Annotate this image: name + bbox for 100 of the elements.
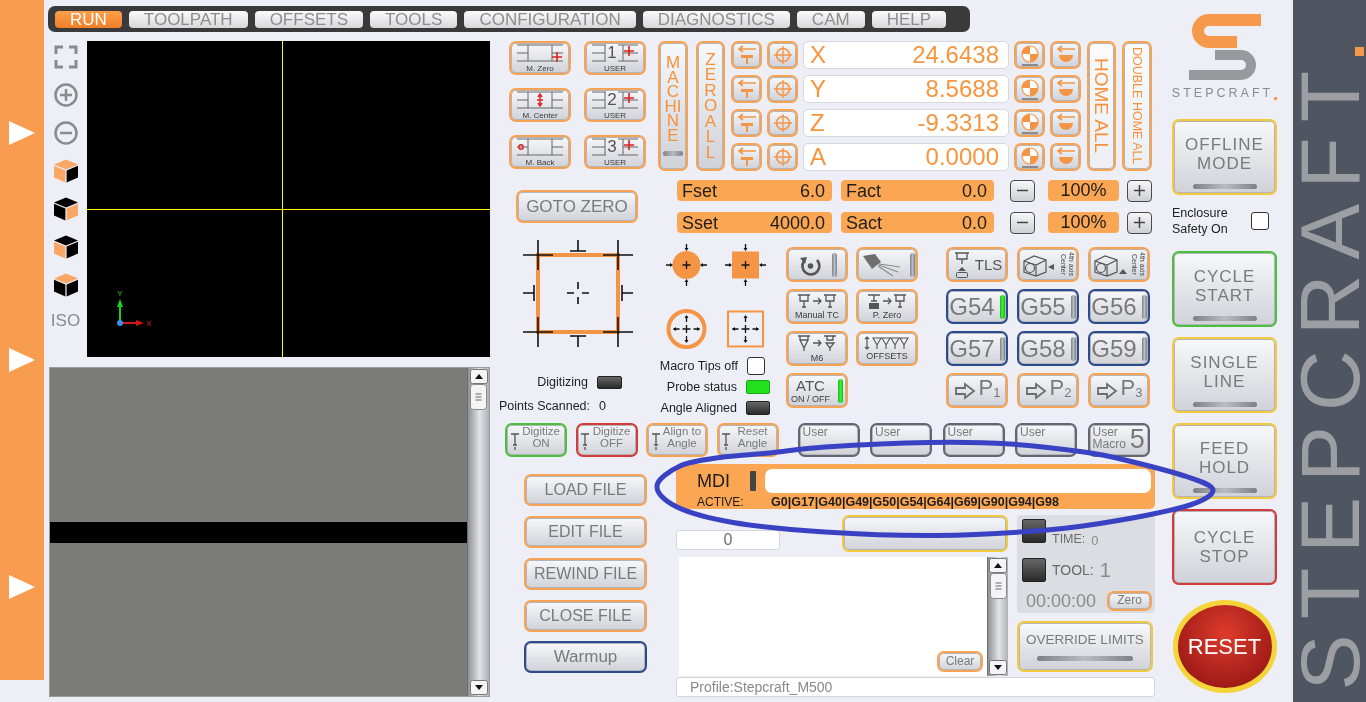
reference-button[interactable]: 2 USER	[584, 88, 646, 122]
reference-button[interactable]: 3 USER	[584, 135, 646, 169]
position-button[interactable]: P$_{2}$	[1017, 373, 1079, 408]
tool-length-sensor-button[interactable]: TLS	[946, 247, 1008, 282]
cube-icon[interactable]	[52, 159, 79, 183]
scroll-up-icon[interactable]	[989, 558, 1007, 573]
position-field[interactable]: A 0.0000	[803, 143, 1009, 171]
home-axis-button[interactable]	[1050, 143, 1081, 171]
probe-zero-button[interactable]: P. Zero	[856, 289, 918, 324]
manual-tool-change-button[interactable]: Manual TC	[786, 289, 848, 324]
cycle-control-button[interactable]: FEED HOLD	[1172, 423, 1277, 499]
tab[interactable]: CAM	[796, 10, 865, 28]
tab[interactable]: RUN	[55, 10, 122, 28]
position-button[interactable]: P$_{1}$	[946, 373, 1008, 408]
tab[interactable]: HELP	[871, 10, 947, 28]
machine-button[interactable]: MACHINE	[658, 41, 688, 171]
file-button[interactable]: LOAD FILE	[524, 474, 647, 506]
target-button[interactable]	[1014, 41, 1045, 69]
increase-button[interactable]	[1127, 211, 1152, 234]
target-button[interactable]	[1014, 143, 1045, 171]
cycle-control-button[interactable]: SINGLE LINE	[1172, 337, 1277, 413]
fit-view-icon[interactable]	[53, 45, 78, 69]
work-offset-button[interactable]: G59	[1088, 331, 1150, 366]
cycle-control-button[interactable]: CYCLE STOP	[1172, 509, 1277, 585]
cube-icon[interactable]	[52, 197, 79, 221]
offline-mode-button[interactable]: OFFLINE MODE	[1172, 119, 1277, 195]
work-offset-button[interactable]: G54	[946, 289, 1008, 324]
work-offset-button[interactable]: G58	[1017, 331, 1079, 366]
position-field[interactable]: X 24.6438	[803, 41, 1009, 69]
toolpath-viewer[interactable]: Y X	[87, 41, 490, 357]
decrease-button[interactable]	[1010, 211, 1035, 234]
reset-button[interactable]: RESET	[1172, 600, 1277, 693]
tab[interactable]: OFFSETS	[254, 10, 364, 28]
work-offset-button[interactable]: G56	[1088, 289, 1150, 324]
zero-all-button[interactable]: ZERO ALL	[696, 41, 725, 171]
position-field[interactable]: Z -9.3313	[803, 109, 1009, 137]
zero-axis-button[interactable]	[731, 41, 762, 69]
zero-axis-button[interactable]	[731, 109, 762, 137]
tool-change-button[interactable]: M6	[786, 331, 848, 366]
checkbox[interactable]	[1251, 212, 1269, 230]
rotate-button[interactable]	[786, 247, 848, 282]
position-field[interactable]: Y 8.5688	[803, 75, 1009, 103]
target-button[interactable]	[1014, 75, 1045, 103]
position-button[interactable]: P$_{3}$	[1088, 373, 1150, 408]
scroll-down-icon[interactable]	[469, 680, 488, 695]
crosshair-button[interactable]	[767, 41, 798, 69]
square-probe-drawing[interactable]	[520, 237, 636, 350]
triangle-arrow-icon[interactable]	[9, 348, 35, 372]
file-button[interactable]: CLOSE FILE	[524, 600, 647, 632]
reference-button[interactable]: M. Zero	[509, 41, 571, 75]
home-axis-button[interactable]	[1050, 109, 1081, 137]
zero-axis-button[interactable]	[731, 143, 762, 171]
double-home-all-button[interactable]: DOUBLE HOME ALL	[1122, 41, 1152, 171]
triangle-arrow-icon[interactable]	[9, 575, 35, 599]
warmup-button[interactable]: Warmup	[524, 641, 647, 673]
probe-action-button[interactable]: Digitize ON	[505, 423, 567, 457]
clear-button[interactable]: Clear	[937, 651, 983, 672]
scroll-down-icon[interactable]	[989, 660, 1007, 675]
override-limits-button[interactable]: OVERRIDE LIMITS	[1017, 621, 1153, 672]
work-offset-button[interactable]: G57	[946, 331, 1008, 366]
crosshair-button[interactable]	[767, 143, 798, 171]
file-button[interactable]: REWIND FILE	[524, 558, 647, 590]
home-all-button[interactable]: HOME ALL	[1087, 41, 1116, 171]
zero-axis-button[interactable]	[731, 75, 762, 103]
crosshair-button[interactable]	[767, 109, 798, 137]
increase-button[interactable]	[1127, 179, 1152, 202]
gcode-list[interactable]	[49, 367, 490, 697]
circle-boss-probe-icon[interactable]	[665, 243, 708, 287]
tab[interactable]: DIAGNOSTICS	[642, 10, 790, 28]
ring-probe-icon[interactable]	[665, 307, 708, 351]
scroll-up-icon[interactable]	[469, 369, 488, 384]
work-offset-button[interactable]: G55	[1017, 289, 1079, 324]
scrollbar-thumb[interactable]	[470, 384, 487, 410]
atc-toggle-button[interactable]: ATC ON / OFF	[786, 373, 848, 408]
reference-button[interactable]: M. Back	[509, 135, 571, 169]
spray-button[interactable]	[856, 247, 918, 282]
triangle-arrow-icon[interactable]	[9, 121, 35, 145]
home-axis-button[interactable]	[1050, 75, 1081, 103]
probe-action-button[interactable]: Align to Angle	[646, 423, 708, 457]
reference-button[interactable]: M. Center	[509, 88, 571, 122]
cube-icon[interactable]	[52, 273, 79, 297]
home-axis-button[interactable]	[1050, 41, 1081, 69]
checkbox[interactable]	[747, 357, 765, 375]
target-button[interactable]	[1014, 109, 1045, 137]
actual-line-field[interactable]: 0	[676, 530, 780, 550]
mdi-input[interactable]	[765, 468, 1151, 493]
goto-zero-button[interactable]: GOTO ZERO	[516, 190, 638, 223]
zoom-out-icon[interactable]	[53, 121, 78, 145]
tab[interactable]: TOOLPATH	[128, 10, 248, 28]
tab[interactable]: CONFIGURATION	[464, 10, 636, 28]
decrease-button[interactable]	[1010, 179, 1035, 202]
reference-button[interactable]: 1 USER	[584, 41, 646, 75]
probe-action-button[interactable]: Digitize OFF	[575, 423, 638, 457]
cycle-control-button[interactable]: CYCLE START	[1172, 251, 1277, 327]
timer-zero-button[interactable]: Zero	[1107, 591, 1152, 611]
scrollbar-thumb[interactable]	[989, 573, 1007, 599]
square-boss-probe-icon[interactable]	[724, 243, 767, 287]
zoom-in-icon[interactable]	[53, 83, 78, 107]
crosshair-button[interactable]	[767, 75, 798, 103]
offsets-button[interactable]: OFFSETS	[856, 331, 918, 366]
